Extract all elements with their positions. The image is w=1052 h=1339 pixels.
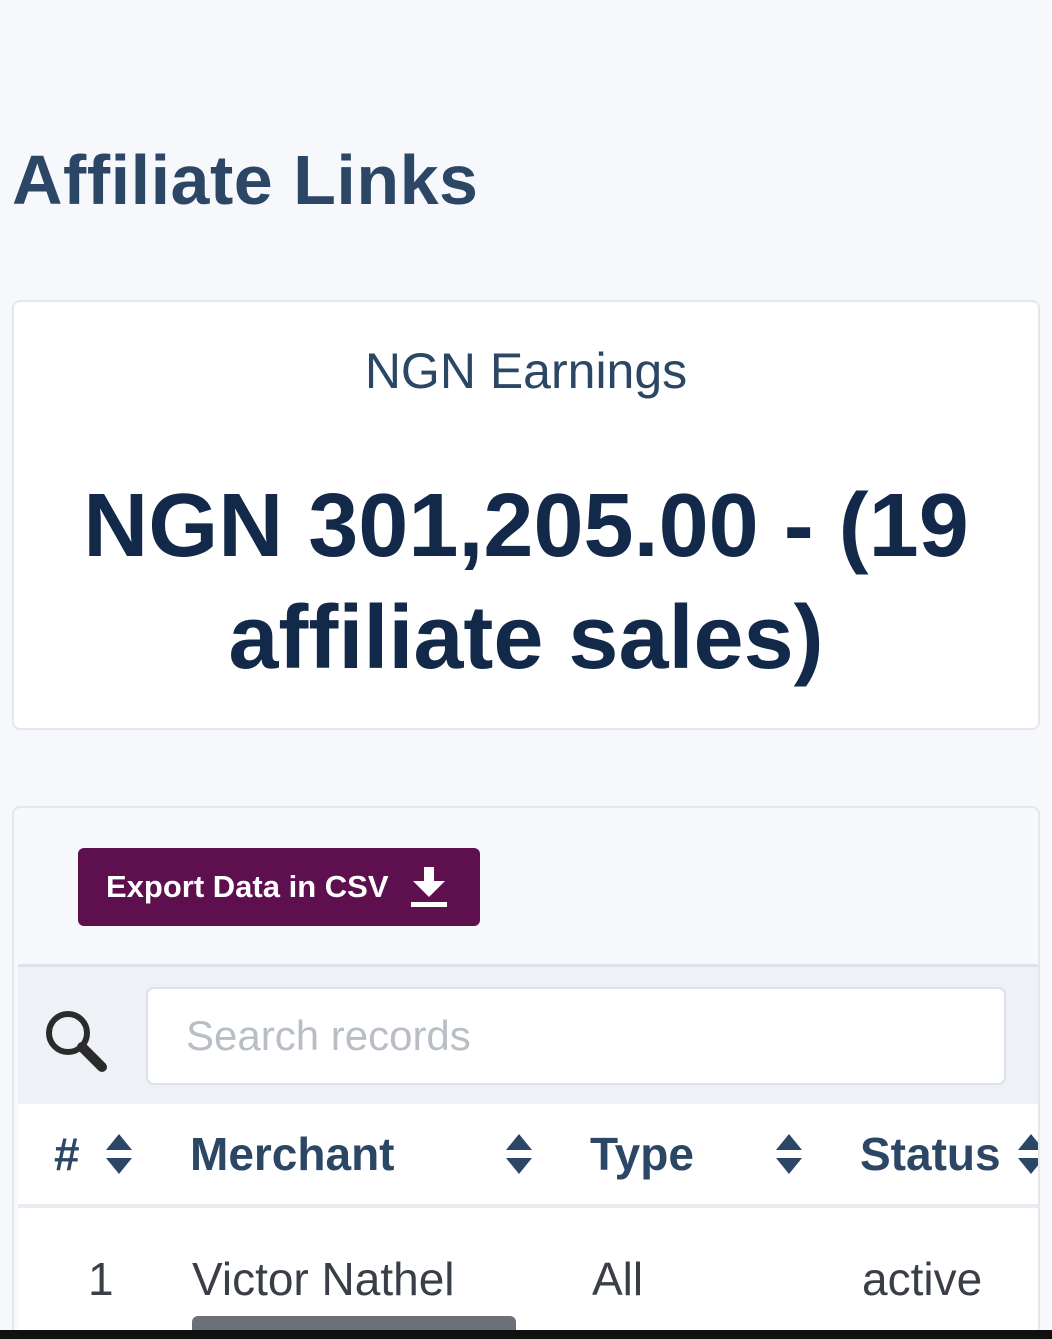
column-label: Merchant bbox=[190, 1128, 395, 1180]
cell-merchant: Victor Nathel bbox=[192, 1253, 455, 1305]
search-icon[interactable] bbox=[42, 1007, 112, 1082]
export-button-label: Export Data in CSV bbox=[106, 869, 389, 904]
sort-icon[interactable] bbox=[504, 1132, 534, 1181]
column-label: # bbox=[54, 1128, 80, 1180]
column-header-merchant[interactable]: Merchant bbox=[190, 1104, 394, 1204]
page: Affiliate Links NGN Earnings NGN 301,205… bbox=[0, 0, 1052, 1339]
cell-index: 1 bbox=[88, 1253, 114, 1305]
column-header-index[interactable]: # bbox=[54, 1104, 80, 1204]
download-icon bbox=[410, 867, 447, 907]
table-header: # Merchant Type Status bbox=[18, 1104, 1038, 1208]
cell-status: active bbox=[862, 1253, 983, 1305]
earnings-label: NGN Earnings bbox=[364, 343, 688, 399]
column-label: Status bbox=[860, 1128, 1001, 1180]
sort-icon[interactable] bbox=[1016, 1132, 1038, 1181]
export-csv-button[interactable]: Export Data in CSV bbox=[78, 848, 480, 926]
search-bar bbox=[18, 964, 1038, 1104]
sort-icon[interactable] bbox=[104, 1132, 134, 1181]
earnings-value: NGN 301,205.00 - (19 affiliate sales) bbox=[83, 476, 969, 688]
column-header-status[interactable]: Status bbox=[860, 1104, 1001, 1204]
sort-icon[interactable] bbox=[774, 1132, 804, 1181]
cell-type: All bbox=[592, 1253, 644, 1305]
bottom-bar bbox=[0, 1330, 1052, 1339]
records-card: Export Data in CSV # bbox=[12, 806, 1040, 1339]
search-input[interactable] bbox=[146, 987, 1006, 1085]
page-title: Affiliate Links bbox=[12, 141, 479, 219]
earnings-card: NGN Earnings NGN 301,205.00 - (19 affili… bbox=[12, 300, 1040, 730]
column-label: Type bbox=[590, 1128, 694, 1180]
table-row[interactable]: 1 Victor Nathel All active bbox=[18, 1208, 1038, 1339]
column-header-type[interactable]: Type bbox=[590, 1104, 694, 1204]
